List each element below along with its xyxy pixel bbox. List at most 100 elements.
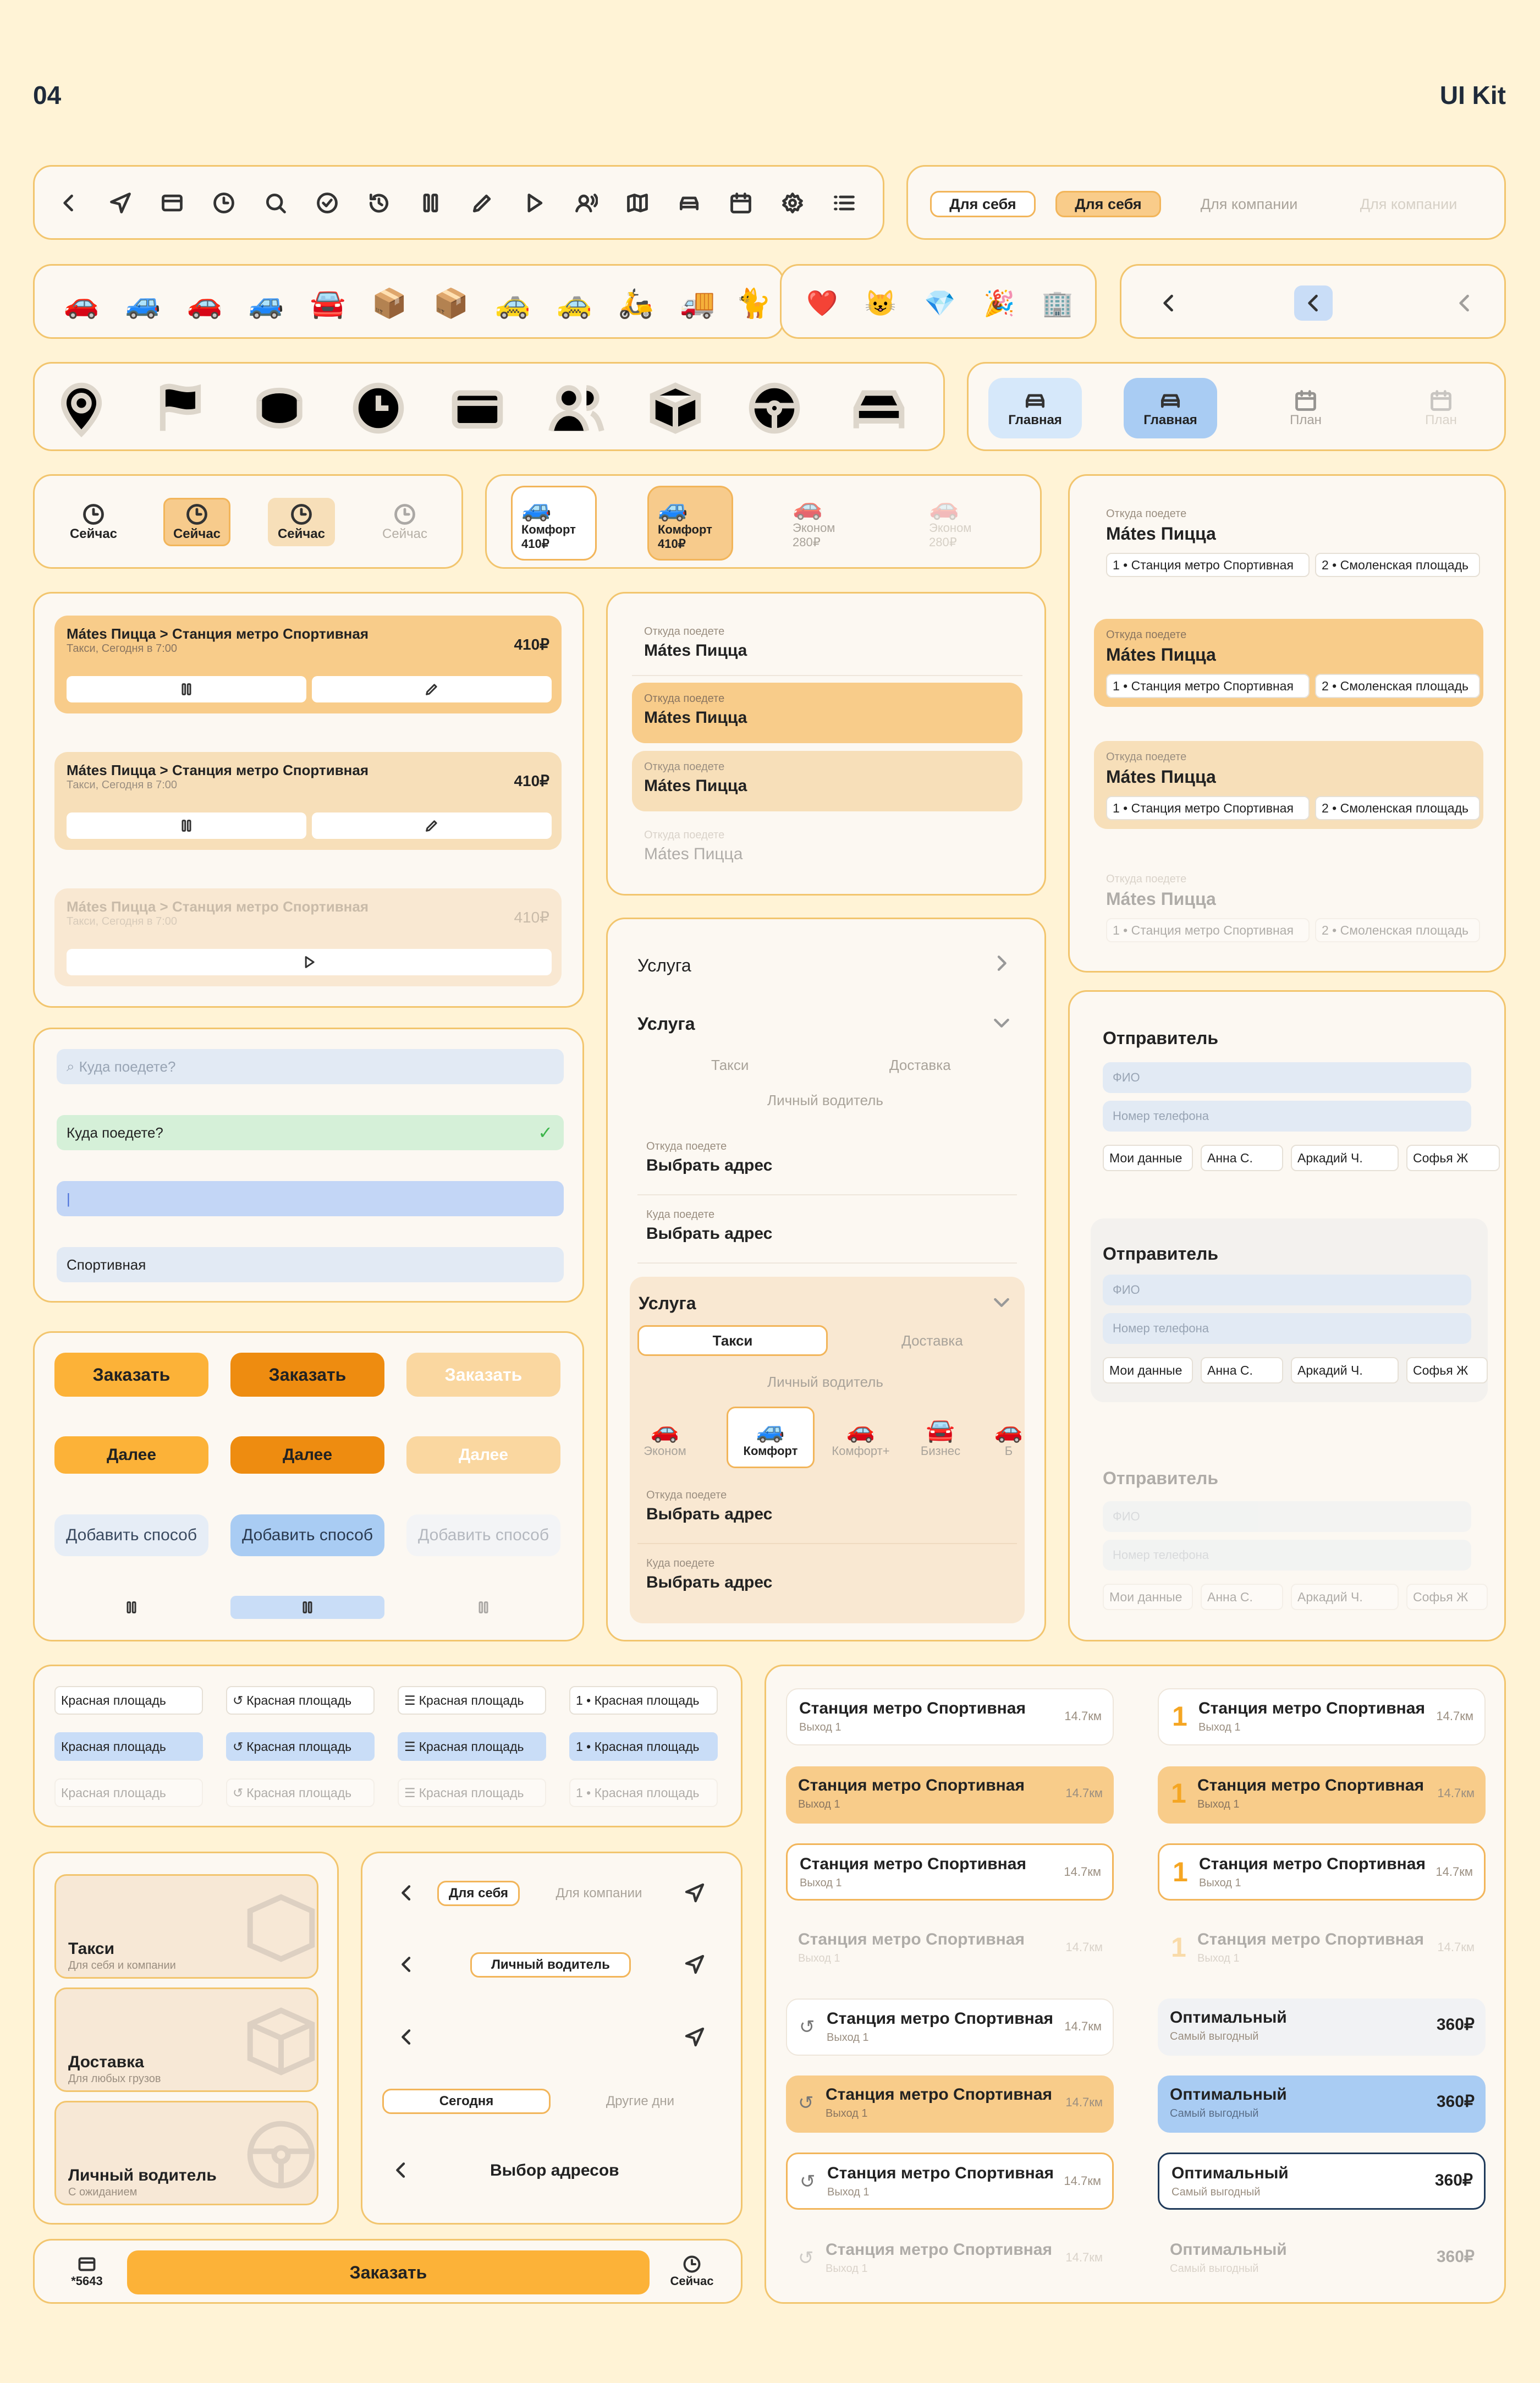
name-field[interactable]: ФИО [1103,1062,1471,1093]
chevron-down-icon[interactable] [991,1291,1013,1313]
place-chip-list-selected[interactable]: ☰ Красная площадь [398,1732,546,1761]
now-chip-selected[interactable]: Сейчас [163,498,230,546]
option-taxi[interactable]: Такси [711,1057,749,1074]
stop-chip[interactable]: 1 • Станция метро Спортивная [1106,796,1310,820]
from-field[interactable]: Откуда поедете Выбрать адрес [637,1134,1017,1195]
option-taxi-selected[interactable]: Такси [637,1325,828,1356]
class-option-selected[interactable]: 🚙 Комфорт [727,1407,815,1468]
contact-chip[interactable]: Софья Ж [1406,1357,1488,1383]
stop-chip[interactable]: 2 • Смоленская площадь [1315,674,1480,698]
my-data-chip[interactable]: Мои данные [1103,1357,1193,1383]
map-icon[interactable] [625,191,650,215]
calendar-icon[interactable] [729,191,753,215]
order-card-paused[interactable]: Mátes Пицца > Станция метро Спортивная Т… [54,888,562,986]
stop-chip[interactable]: 2 • Смоленская площадь [1315,796,1480,820]
check-circle-icon[interactable] [315,191,339,215]
contact-chip[interactable]: Софья Ж [1406,1145,1500,1171]
class-option[interactable]: 🚗 Комфорт+ [822,1407,899,1468]
navigation-icon[interactable] [684,1882,706,1904]
back-icon[interactable] [395,1953,417,1975]
station-history-item[interactable]: ↺ Станция метро Спортивная Выход 1 14.7км [786,1998,1114,2056]
place-chip-numbered[interactable]: 1 • Красная площадь [569,1686,718,1715]
phone-field[interactable]: Номер телефона [1103,1101,1471,1132]
tariff-card[interactable]: 🚗 Эконом 280₽ [784,486,870,561]
tariff-option[interactable]: Оптимальный Самый выгодный 360₽ [1158,1998,1486,2056]
pencil-icon[interactable] [470,191,494,215]
route-card[interactable]: Откуда поедете Mátes Пицца 1 • Станция м… [1094,498,1483,586]
payment-card-button[interactable]: *5643 [57,2248,117,2294]
contact-chip[interactable]: Анна С. [1201,1145,1283,1171]
from-field-selected[interactable]: Откуда поедете Mátes Пицца [632,683,1022,743]
class-option[interactable]: 🚘 Бизнес [905,1407,976,1468]
contact-chip[interactable]: Аркадий Ч. [1291,1357,1399,1383]
history-icon[interactable] [367,191,391,215]
add-method-button-pressed[interactable]: Добавить способ [230,1514,384,1556]
pause-button-pressed[interactable] [230,1596,384,1619]
order-card[interactable]: Mátes Пицца > Станция метро Спортивная Т… [54,752,562,850]
option-driver[interactable]: Личный водитель [767,1374,883,1391]
pause-button[interactable] [67,812,306,839]
settings-icon[interactable] [780,191,805,215]
option-delivery[interactable]: Доставка [850,1325,1015,1356]
order-button-pressed[interactable]: Заказать [230,1353,384,1397]
tab-home[interactable]: Главная [988,378,1082,438]
back-icon[interactable] [1294,285,1333,321]
route-card-selected[interactable]: Откуда поедете Mátes Пицца 1 • Станция м… [1094,619,1483,707]
category-delivery[interactable]: Доставка Для любых грузов [54,1987,318,2092]
list-icon[interactable] [832,191,856,215]
place-chip-list[interactable]: ☰ Красная площадь [398,1686,546,1715]
name-field[interactable]: ФИО [1103,1275,1471,1305]
pause-button[interactable] [67,676,306,702]
self-chip[interactable]: Для себя [437,1881,520,1906]
time-button[interactable]: Сейчас [662,2248,722,2294]
tariff-option-selected[interactable]: Оптимальный Самый выгодный 360₽ [1158,2075,1486,2133]
pause-button[interactable] [54,1596,208,1619]
navigation-icon[interactable] [108,191,133,215]
option-driver[interactable]: Личный водитель [767,1092,883,1109]
station-item-selected[interactable]: Станция метро Спортивная Выход 1 14.7км [786,1766,1114,1824]
search-icon[interactable] [263,191,288,215]
other-days-chip[interactable]: Другие дни [571,2089,709,2114]
tariff-card-selected[interactable]: 🚙 Комфорт 410₽ [647,486,733,561]
car-icon[interactable] [677,191,701,215]
back-icon[interactable] [57,191,81,215]
order-button[interactable]: Заказать [54,1353,208,1397]
back-icon[interactable] [395,2026,417,2048]
edit-button[interactable] [312,812,552,839]
stop-chip[interactable]: 1 • Станция метро Спортивная [1106,553,1310,577]
place-chip-history[interactable]: ↺ Красная площадь [226,1686,375,1715]
now-chip-hover[interactable]: Сейчас [268,498,335,546]
today-chip[interactable]: Сегодня [382,2089,551,2114]
now-chip[interactable]: Сейчас [61,498,126,546]
back-icon[interactable] [1152,287,1185,320]
pause-icon[interactable] [419,191,443,215]
resume-button[interactable] [67,949,552,975]
station-item-focused[interactable]: Станция метро Спортивная Выход 1 14.7км [786,1843,1114,1901]
chevron-right-icon[interactable] [991,952,1013,974]
stop-chip[interactable]: 2 • Смоленская площадь [1315,553,1480,577]
driver-chip[interactable]: Личный водитель [470,1952,631,1978]
next-button[interactable]: Далее [54,1436,208,1474]
self-chip[interactable]: Для себя [930,191,1036,217]
order-button[interactable]: Заказать [127,2250,650,2294]
tab-home-active[interactable]: Главная [1124,378,1217,438]
station-item[interactable]: Станция метро Спортивная Выход 1 14.7км [786,1688,1114,1745]
tariff-option-focused[interactable]: Оптимальный Самый выгодный 360₽ [1158,2153,1486,2210]
category-taxi[interactable]: Такси Для себя и компании [54,1874,318,1979]
edit-button[interactable] [312,676,552,702]
back-icon[interactable] [390,2159,412,2181]
contact-chip[interactable]: Аркадий Ч. [1291,1145,1399,1171]
station-history-item-selected[interactable]: ↺ Станция метро Спортивная Выход 1 14.7км [786,2075,1114,2133]
to-field[interactable]: Куда поедете Выбрать адрес [637,1551,1017,1612]
station-history-item-focused[interactable]: ↺ Станция метро Спортивная Выход 1 14.7км [786,2153,1114,2210]
back-icon[interactable] [395,1882,417,1904]
from-field[interactable]: Откуда поедете Mátes Пицца [632,616,1022,676]
service-title[interactable]: Услуга [637,956,691,976]
option-delivery[interactable]: Доставка [889,1057,951,1074]
route-card-hover[interactable]: Откуда поедете Mátes Пицца 1 • Станция м… [1094,741,1483,829]
search-input[interactable]: ⌕ Куда поедете? [57,1049,564,1084]
place-chip-selected[interactable]: Красная площадь [54,1732,203,1761]
station-numbered-item[interactable]: 1 Станция метро Спортивная Выход 1 14.7км [1158,1688,1486,1745]
navigation-icon[interactable] [684,2026,706,2048]
clock-icon[interactable] [212,191,236,215]
